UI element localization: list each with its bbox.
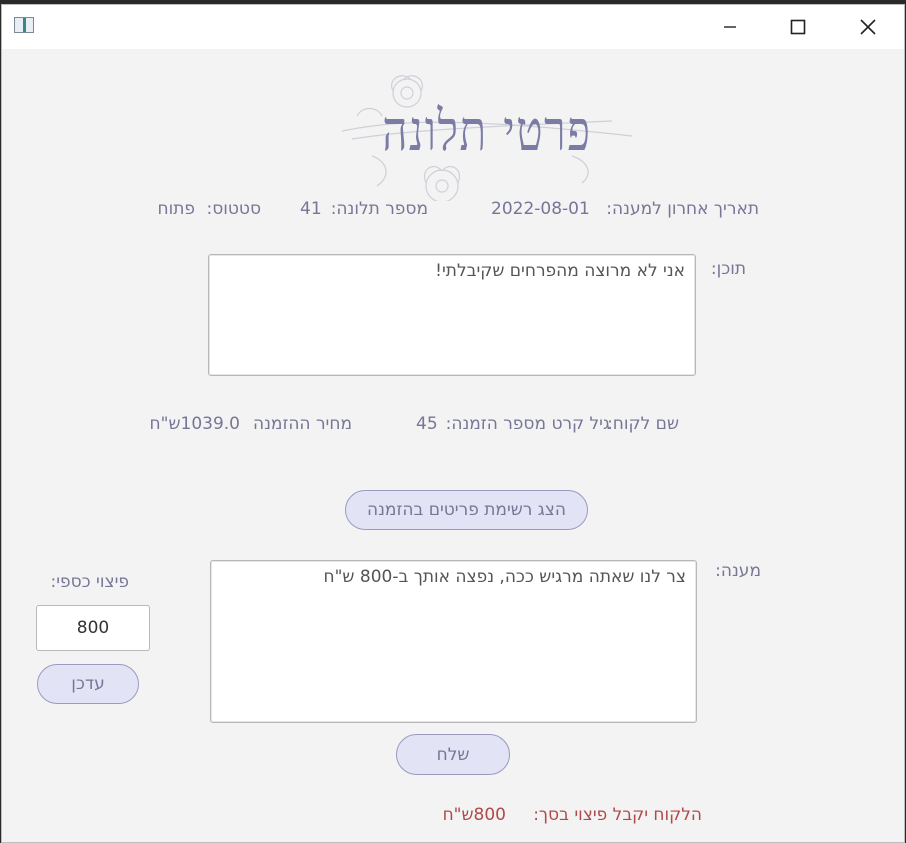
minimize-button[interactable] [696,5,764,49]
status-label: סטטוס: [206,199,261,219]
status-value: פתוח [157,199,195,219]
customer-value: גיל קרט [551,414,610,434]
compensation-label: פיצוי כספי: [50,572,129,592]
customer-label: שם לקוח: [607,414,679,434]
show-order-items-button[interactable]: הצג רשימת פריטים בהזמנה [345,490,588,530]
content-textarea[interactable]: אני לא מרוצה מהפרחים שקיבלתי! [208,254,696,376]
compensation-result-label: הלקוח יקבל פיצוי בסך: [533,805,702,825]
last-date-value: 2022-08-01 [491,199,590,219]
update-compensation-button[interactable]: עדכן [37,664,139,704]
close-icon [860,19,876,35]
complaint-number-label: מספר תלונה: [330,199,428,219]
app-window: פרטי תלונה תאריך אחרון למענה: 2022-08-01… [1,4,905,843]
content-label: תוכן: [710,259,746,279]
response-textarea[interactable]: צר לנו שאתה מרגיש ככה, נפצה אותך ב-800 ש… [210,560,697,723]
close-button[interactable] [834,5,902,49]
response-label: מענה: [715,561,761,581]
maximize-button[interactable] [764,5,832,49]
complaint-details-panel: פרטי תלונה תאריך אחרון למענה: 2022-08-01… [2,49,904,842]
minimize-icon [724,26,736,28]
title-bar[interactable] [2,5,904,49]
send-button[interactable]: שלח [396,734,510,775]
order-number-value: 45 [416,414,438,434]
order-price-label: מחיר ההזמנה [252,414,352,434]
app-icon [14,17,34,33]
complaint-number-value: 41 [300,199,322,219]
page-title: פרטי תלונה [382,99,592,164]
order-price-value: 1039.0ש"ח [149,414,240,434]
last-date-label: תאריך אחרון למענה: [606,199,759,219]
maximize-icon [790,19,806,35]
title-area: פרטי תלונה [332,61,642,201]
compensation-input[interactable] [36,605,150,651]
order-number-label: מספר הזמנה: [445,414,546,434]
compensation-result-value: 800ש"ח [442,805,506,825]
